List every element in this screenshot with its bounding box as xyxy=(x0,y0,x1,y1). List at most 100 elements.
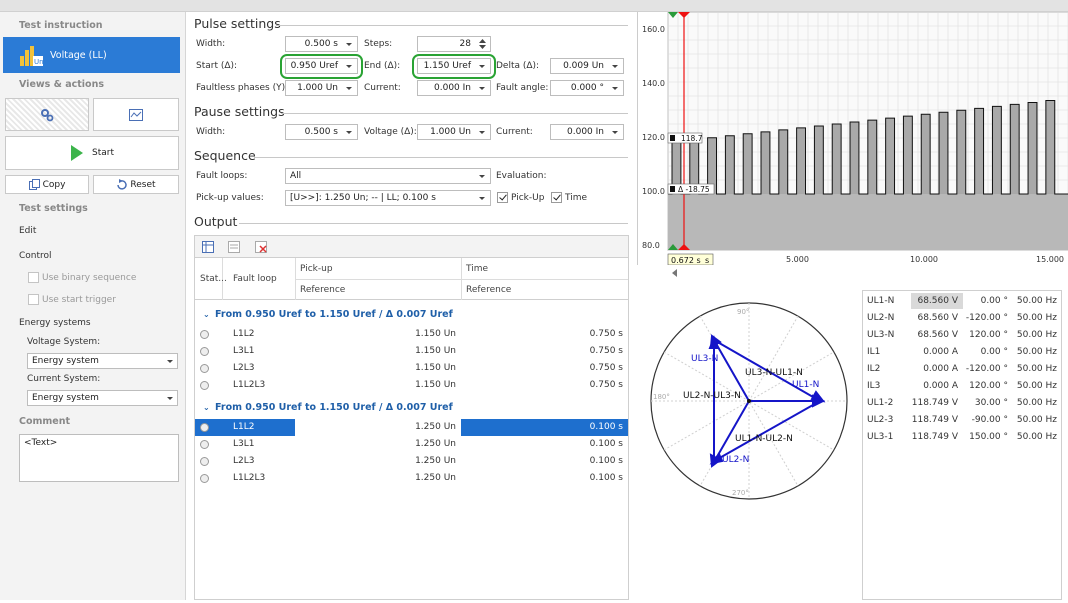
status-radio[interactable] xyxy=(200,474,209,483)
divider xyxy=(276,25,628,26)
measurement-magnitude: 68.560 V xyxy=(917,313,958,323)
time-check-label: Time xyxy=(565,193,588,203)
status-radio[interactable] xyxy=(200,381,209,390)
start-label: Start (Δ): xyxy=(196,61,238,71)
angle-label: 180° xyxy=(653,393,670,401)
pause-voltage-field[interactable]: 1.000 Un xyxy=(417,124,491,140)
chevron-down-icon[interactable]: ⌄ xyxy=(203,310,210,319)
table-row[interactable]: L1L2 1.150 Un 0.750 s xyxy=(195,326,628,343)
pulse-bar xyxy=(903,116,913,194)
pulse-bar xyxy=(832,124,842,194)
table-row[interactable]: L3L1 1.250 Un 0.100 s xyxy=(195,436,628,453)
line-label: UL1-N-UL2-N xyxy=(735,434,793,444)
measurement-row: IL3 0.000 A 120.00 ° 50.00 Hz xyxy=(863,378,1061,395)
output-table: Stat... Fault loop Pick-up Time Referenc… xyxy=(194,257,629,600)
status-radio[interactable] xyxy=(200,347,209,356)
header-time[interactable]: Time xyxy=(466,264,488,274)
y-tick-label: 120.0 xyxy=(642,133,665,142)
time-cell: 0.100 s xyxy=(589,439,623,449)
measurement-row: UL2-N 68.560 V -120.00 ° 50.00 Hz xyxy=(863,310,1061,327)
window-top-bar xyxy=(0,0,1068,12)
section-comment: Comment xyxy=(19,416,71,427)
fault-loop-cell: L2L3 xyxy=(233,363,255,373)
reset-button[interactable]: Reset xyxy=(93,175,179,194)
table-row[interactable]: L3L1 1.150 Un 0.750 s xyxy=(195,343,628,360)
group-header[interactable]: ⌄ From 0.950 Uref to 1.150 Uref / Δ 0.007… xyxy=(195,305,628,323)
spin-arrows-icon[interactable] xyxy=(479,38,486,50)
fault-loop-cell: L1L2 xyxy=(233,422,255,432)
faultless-field[interactable]: 1.000 Un xyxy=(285,80,358,96)
edit-link[interactable]: Edit xyxy=(19,226,36,236)
gears-icon xyxy=(41,108,54,121)
pulse-width-field[interactable]: 0.500 s xyxy=(285,36,358,52)
signal-chart[interactable]: 160.0 140.0 120.0 100.0 80.0 118.7 Δ -18… xyxy=(637,11,1068,266)
fault-loop-cell: L1L2L3 xyxy=(233,473,266,483)
scroll-left-icon[interactable] xyxy=(671,269,679,277)
fault-loops-dropdown[interactable]: All xyxy=(285,168,491,184)
delete-icon[interactable] xyxy=(255,241,267,253)
copy-button[interactable]: Copy xyxy=(5,175,89,194)
table-row-selected[interactable]: L1L2 1.250 Un 0.100 s xyxy=(195,419,628,436)
phasor-label: UL1-N xyxy=(792,380,819,390)
comment-textarea[interactable]: <Text> xyxy=(19,434,179,482)
header-reference-time[interactable]: Reference xyxy=(466,285,511,295)
fault-angle-label: Fault angle: xyxy=(496,83,549,93)
status-radio[interactable] xyxy=(200,330,209,339)
pickup-checkbox[interactable] xyxy=(497,192,508,203)
time-checkbox[interactable] xyxy=(551,192,562,203)
end-field[interactable]: 1.150 Uref xyxy=(417,58,491,74)
table-row[interactable]: L1L2L3 1.250 Un 0.100 s xyxy=(195,470,628,487)
fault-loop-cell: L3L1 xyxy=(233,439,255,449)
header-status[interactable]: Stat... xyxy=(200,274,227,284)
use-binary-checkbox[interactable] xyxy=(28,272,39,283)
steps-spinner[interactable]: 28 xyxy=(417,36,491,52)
status-radio[interactable] xyxy=(200,364,209,373)
current-system-dropdown[interactable]: Energy system xyxy=(27,390,178,406)
header-reference-pickup[interactable]: Reference xyxy=(300,285,345,295)
measurement-name: UL2-3 xyxy=(867,415,894,425)
status-radio[interactable] xyxy=(200,440,209,449)
start-field[interactable]: 0.950 Uref xyxy=(285,58,358,74)
header-fault-loop[interactable]: Fault loop xyxy=(233,274,277,284)
measurement-frequency: 50.00 Hz xyxy=(1016,347,1057,357)
pause-current-field[interactable]: 0.000 In xyxy=(550,124,624,140)
table-icon[interactable] xyxy=(202,241,214,253)
pulse-bar xyxy=(725,135,735,194)
voltage-system-dropdown[interactable]: Energy system xyxy=(27,353,178,369)
status-radio[interactable] xyxy=(200,457,209,466)
start-value: 0.950 Uref xyxy=(290,61,338,71)
fault-loop-cell: L1L2L3 xyxy=(233,380,266,390)
pause-settings-title: Pause settings xyxy=(194,104,285,119)
header-pickup[interactable]: Pick-up xyxy=(300,264,333,274)
cursor-delta: Δ -18.75 xyxy=(678,185,710,194)
pause-width-field[interactable]: 0.500 s xyxy=(285,124,358,140)
start-button[interactable]: Start xyxy=(5,136,179,170)
faultless-label: Faultless phases (Y): xyxy=(196,83,289,93)
delta-field[interactable]: 0.009 Un xyxy=(550,58,624,74)
list-icon[interactable] xyxy=(228,241,240,253)
table-row[interactable]: L2L3 1.250 Un 0.100 s xyxy=(195,453,628,470)
measurement-name: IL3 xyxy=(867,381,881,391)
status-radio[interactable] xyxy=(200,423,209,432)
pulse-current-field[interactable]: 0.000 In xyxy=(417,80,491,96)
measurement-frequency: 50.00 Hz xyxy=(1016,364,1057,374)
voltage-ll-button[interactable]: Un Voltage (LL) xyxy=(3,37,180,73)
pulse-bar xyxy=(796,127,806,194)
measurement-frequency: 50.00 Hz xyxy=(1016,398,1057,408)
chart-scrollbar[interactable] xyxy=(668,268,1068,278)
fault-angle-field[interactable]: 0.000 ° xyxy=(550,80,624,96)
table-row[interactable]: L1L2L3 1.150 Un 0.750 s xyxy=(195,377,628,394)
pulse-bar xyxy=(974,108,984,194)
voltage-icon: Un xyxy=(20,46,44,66)
group-header[interactable]: ⌄ From 0.950 Uref to 1.150 Uref / Δ 0.007… xyxy=(195,398,628,416)
use-start-trigger-checkbox[interactable] xyxy=(28,294,39,305)
pulse-settings-title: Pulse settings xyxy=(194,16,281,31)
end-value: 1.150 Uref xyxy=(423,61,471,71)
measurement-frequency: 50.00 Hz xyxy=(1016,432,1057,442)
chevron-down-icon[interactable]: ⌄ xyxy=(203,403,210,412)
pickup-values-dropdown[interactable]: [U>>]: 1.250 Un; -- | LL; 0.100 s xyxy=(285,190,491,206)
table-row[interactable]: L2L3 1.150 Un 0.750 s xyxy=(195,360,628,377)
signal-view-button[interactable] xyxy=(93,98,179,131)
settings-view-button[interactable] xyxy=(5,98,89,131)
divider xyxy=(254,157,628,158)
